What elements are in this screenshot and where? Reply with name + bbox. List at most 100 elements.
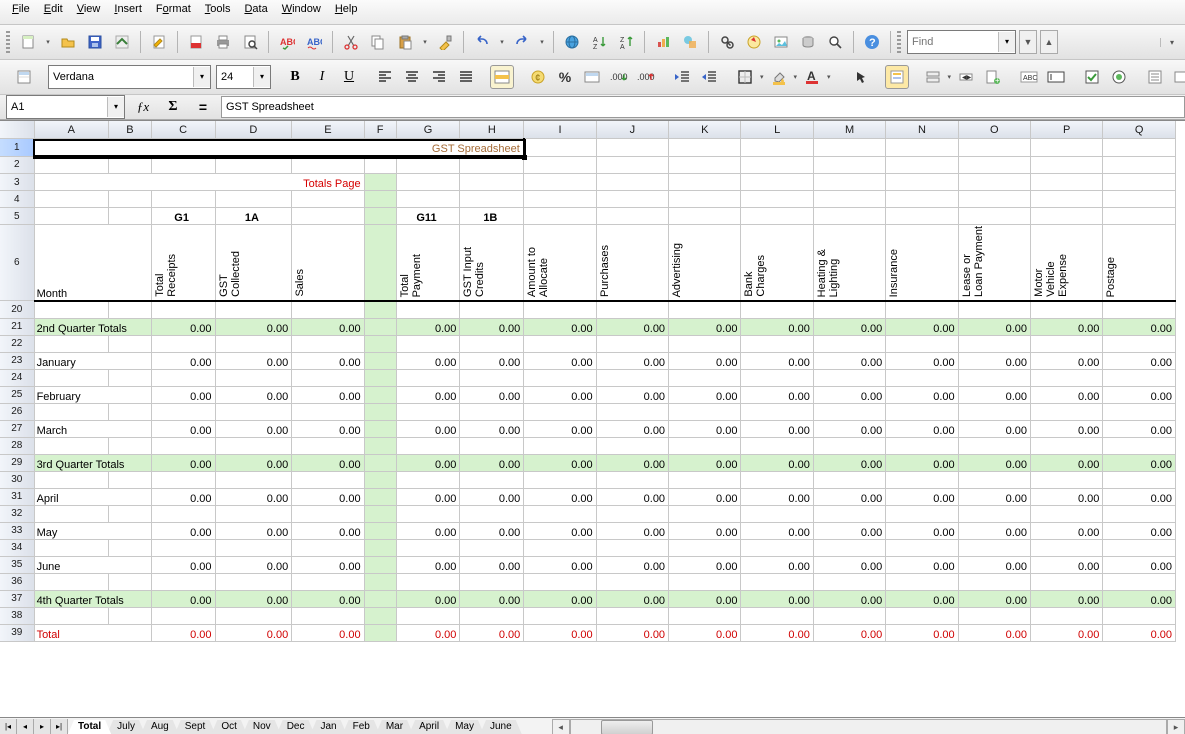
cell[interactable] <box>460 335 524 352</box>
cell[interactable]: 0.00 <box>669 624 741 641</box>
sheet-tab-total[interactable]: Total <box>68 720 111 734</box>
cell[interactable] <box>741 471 813 488</box>
cell[interactable]: 0.00 <box>292 386 364 403</box>
remove-decimal-button[interactable]: .000 <box>634 65 658 89</box>
cut-button[interactable] <box>339 30 363 54</box>
cell[interactable] <box>524 191 596 208</box>
cell[interactable] <box>524 174 596 191</box>
cell[interactable] <box>524 139 596 157</box>
row-header-21[interactable]: 21 <box>0 318 34 335</box>
cell[interactable] <box>460 156 524 174</box>
cell[interactable] <box>215 369 292 386</box>
cell[interactable] <box>1031 191 1103 208</box>
cell[interactable]: 0.00 <box>741 624 813 641</box>
cell[interactable] <box>1103 369 1176 386</box>
horizontal-scrollbar[interactable]: ◂ ▸ <box>552 719 1185 734</box>
cell[interactable]: 0.00 <box>524 624 596 641</box>
cell[interactable] <box>524 369 596 386</box>
cell[interactable]: 0.00 <box>215 624 292 641</box>
cell[interactable]: 0.00 <box>151 488 215 505</box>
cell[interactable] <box>813 403 885 420</box>
cell[interactable] <box>524 335 596 352</box>
cell[interactable] <box>151 301 215 319</box>
bgcolor-button[interactable] <box>767 65 791 89</box>
menu-format[interactable]: Format <box>150 2 197 22</box>
find-input[interactable] <box>908 33 998 51</box>
column-header-D[interactable]: D <box>215 121 292 139</box>
cell[interactable] <box>886 191 958 208</box>
cell[interactable] <box>364 174 396 191</box>
cell[interactable] <box>741 437 813 454</box>
cell[interactable] <box>1031 573 1103 590</box>
cell[interactable] <box>741 403 813 420</box>
cell[interactable] <box>596 335 668 352</box>
cell[interactable] <box>151 573 215 590</box>
cell[interactable] <box>1031 335 1103 352</box>
cell[interactable] <box>813 607 885 624</box>
column-header-Q[interactable]: Q <box>1103 121 1176 139</box>
cell[interactable] <box>151 437 215 454</box>
cell[interactable] <box>813 191 885 208</box>
cell[interactable] <box>958 539 1030 556</box>
redo-button[interactable] <box>510 30 534 54</box>
cell[interactable]: 0.00 <box>460 420 524 437</box>
cell[interactable] <box>460 607 524 624</box>
row-header-29[interactable]: 29 <box>0 454 34 471</box>
cell[interactable] <box>1103 174 1176 191</box>
cell[interactable]: Purchases <box>596 225 668 301</box>
cell[interactable] <box>958 573 1030 590</box>
cell[interactable] <box>596 403 668 420</box>
format-paintbrush-button[interactable] <box>433 30 457 54</box>
cell[interactable] <box>886 156 958 174</box>
cell[interactable] <box>669 573 741 590</box>
cell[interactable] <box>741 208 813 225</box>
cell[interactable]: 3rd Quarter Totals <box>34 454 151 471</box>
cell[interactable] <box>958 335 1030 352</box>
cell[interactable] <box>215 505 292 522</box>
cell[interactable] <box>460 437 524 454</box>
equals-button[interactable]: = <box>191 95 215 119</box>
cell[interactable]: 0.00 <box>151 318 215 335</box>
cell[interactable]: 0.00 <box>215 488 292 505</box>
cell[interactable]: April <box>34 488 151 505</box>
cell[interactable] <box>596 471 668 488</box>
cell[interactable]: 0.00 <box>813 420 885 437</box>
cell[interactable] <box>215 156 292 174</box>
cell[interactable] <box>1031 369 1103 386</box>
cell[interactable] <box>669 335 741 352</box>
cell[interactable] <box>741 505 813 522</box>
export-pdf-button[interactable] <box>184 30 208 54</box>
cell[interactable] <box>460 301 524 319</box>
fontcolor-dropdown[interactable]: ▾ <box>827 73 831 81</box>
cell[interactable] <box>396 174 460 191</box>
merge-cells-button[interactable] <box>490 65 514 89</box>
cell[interactable]: 0.00 <box>292 624 364 641</box>
cell[interactable]: 0.00 <box>1031 454 1103 471</box>
cell[interactable]: 0.00 <box>958 522 1030 539</box>
tab-next-button[interactable]: ▸ <box>34 719 51 734</box>
cell[interactable]: 0.00 <box>1031 318 1103 335</box>
cell[interactable] <box>292 208 364 225</box>
cell[interactable]: 0.00 <box>958 556 1030 573</box>
cell[interactable] <box>364 225 396 301</box>
cell[interactable]: 0.00 <box>669 522 741 539</box>
cell[interactable] <box>813 139 885 157</box>
cell[interactable]: 0.00 <box>460 522 524 539</box>
form-combo-button[interactable] <box>1170 65 1185 89</box>
cell[interactable]: 0.00 <box>292 590 364 607</box>
row-header-32[interactable]: 32 <box>0 505 34 522</box>
cell[interactable] <box>958 156 1030 174</box>
cell[interactable] <box>215 437 292 454</box>
cell[interactable]: 0.00 <box>886 556 958 573</box>
print-preview-button[interactable] <box>238 30 262 54</box>
cell[interactable]: 0.00 <box>396 556 460 573</box>
gallery-button[interactable] <box>769 30 793 54</box>
row-header-28[interactable]: 28 <box>0 437 34 454</box>
cell[interactable] <box>596 139 668 157</box>
function-wizard-button[interactable]: ƒx <box>131 95 155 119</box>
sheet-tab-june[interactable]: June <box>480 720 522 734</box>
cell[interactable] <box>364 352 396 369</box>
spellcheck-button[interactable]: ABC <box>275 30 299 54</box>
cell[interactable] <box>292 505 364 522</box>
cell[interactable]: 0.00 <box>396 454 460 471</box>
